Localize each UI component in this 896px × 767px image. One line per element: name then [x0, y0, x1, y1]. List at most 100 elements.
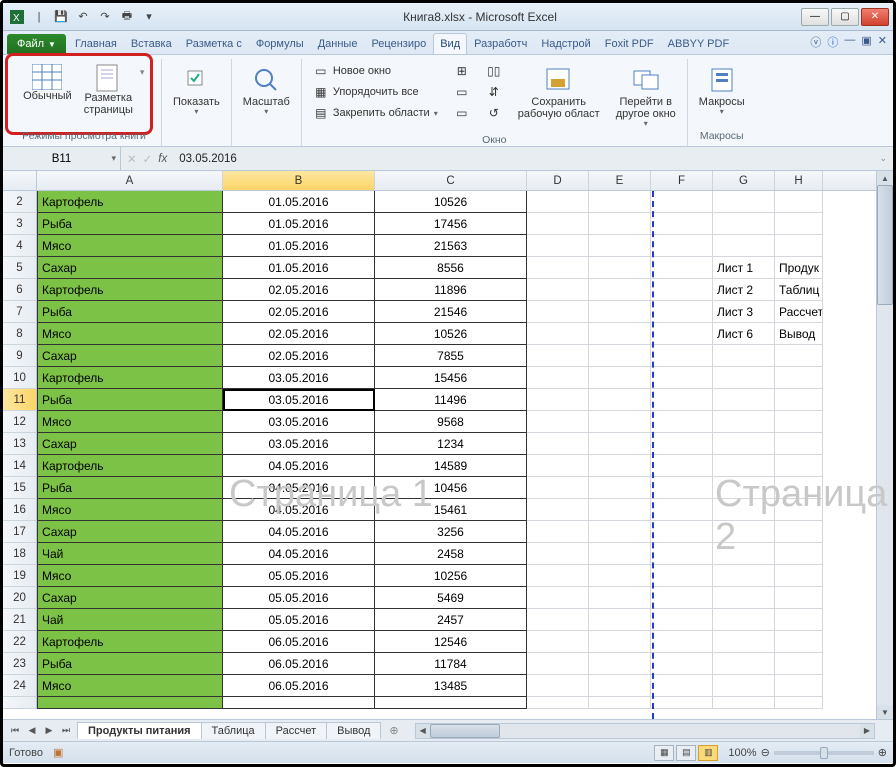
sheet-last-icon[interactable]: ⏭: [58, 725, 74, 736]
cell[interactable]: 04.05.2016: [223, 521, 375, 543]
cell[interactable]: [651, 367, 713, 389]
cell[interactable]: [589, 367, 651, 389]
cell[interactable]: [775, 543, 823, 565]
cells-area[interactable]: Страница 1 Страница 2 2Картофель01.05.20…: [3, 191, 893, 719]
cell[interactable]: [527, 367, 589, 389]
cell[interactable]: Чай: [37, 609, 223, 631]
cell[interactable]: Мясо: [37, 411, 223, 433]
excel-icon[interactable]: X: [7, 7, 27, 27]
cell[interactable]: [713, 345, 775, 367]
cell[interactable]: [527, 499, 589, 521]
cell[interactable]: 10456: [375, 477, 527, 499]
cell[interactable]: Рыба: [37, 389, 223, 411]
cell[interactable]: [713, 477, 775, 499]
cell[interactable]: [589, 675, 651, 697]
cell[interactable]: [775, 697, 823, 709]
horizontal-scrollbar[interactable]: ◀ ▶: [415, 723, 875, 739]
cell[interactable]: 05.05.2016: [223, 609, 375, 631]
cell[interactable]: [527, 301, 589, 323]
cell[interactable]: 02.05.2016: [223, 279, 375, 301]
select-all-cell[interactable]: [3, 171, 37, 190]
cell[interactable]: [775, 653, 823, 675]
cell[interactable]: 04.05.2016: [223, 477, 375, 499]
cell[interactable]: [589, 323, 651, 345]
cell[interactable]: [527, 345, 589, 367]
zoom-level[interactable]: 100%: [728, 747, 756, 759]
cell[interactable]: [775, 213, 823, 235]
cell[interactable]: [589, 301, 651, 323]
cell[interactable]: Продук: [775, 257, 823, 279]
normal-view-button[interactable]: Обычный: [18, 61, 77, 83]
save-workspace-button[interactable]: Сохранить рабочую област: [513, 61, 605, 123]
cell[interactable]: [651, 411, 713, 433]
tab-рецензиро[interactable]: Рецензиро: [364, 33, 433, 54]
cell[interactable]: Рыба: [37, 301, 223, 323]
cell[interactable]: [589, 455, 651, 477]
row-header[interactable]: 19: [3, 565, 37, 587]
cell[interactable]: [589, 433, 651, 455]
zoom-in-icon[interactable]: ⊕: [878, 746, 887, 759]
cell[interactable]: [713, 411, 775, 433]
col-header-D[interactable]: D: [527, 171, 589, 190]
cell[interactable]: 7855: [375, 345, 527, 367]
cell[interactable]: 11896: [375, 279, 527, 301]
cell[interactable]: 10526: [375, 323, 527, 345]
sheet-prev-icon[interactable]: ◀: [24, 725, 40, 736]
view-layout-icon[interactable]: ▤: [676, 745, 696, 761]
new-sheet-icon[interactable]: ⊕: [381, 724, 406, 737]
cell[interactable]: [651, 345, 713, 367]
cell[interactable]: Картофель: [37, 455, 223, 477]
row-header[interactable]: 5: [3, 257, 37, 279]
page-layout-button[interactable]: Разметка страницы: [79, 61, 138, 83]
cell[interactable]: 01.05.2016: [223, 213, 375, 235]
cell[interactable]: [775, 345, 823, 367]
tab-file[interactable]: Файл▼: [7, 34, 66, 54]
cell[interactable]: 04.05.2016: [223, 543, 375, 565]
cell[interactable]: [651, 477, 713, 499]
cell[interactable]: 14589: [375, 455, 527, 477]
save-icon[interactable]: 💾: [51, 7, 71, 27]
cell[interactable]: Сахар: [37, 257, 223, 279]
cell[interactable]: 8556: [375, 257, 527, 279]
cell[interactable]: [651, 455, 713, 477]
cell[interactable]: [713, 675, 775, 697]
cell[interactable]: [651, 191, 713, 213]
col-header-G[interactable]: G: [713, 171, 775, 190]
tab-надстрой[interactable]: Надстрой: [534, 33, 597, 54]
cell[interactable]: [713, 455, 775, 477]
close-button[interactable]: ✕: [861, 8, 889, 26]
cell[interactable]: Картофель: [37, 631, 223, 653]
cell[interactable]: [775, 477, 823, 499]
cell[interactable]: [527, 235, 589, 257]
show-button[interactable]: Показать▾: [168, 61, 225, 120]
vertical-scrollbar[interactable]: ▲ ▼: [876, 171, 893, 719]
cell[interactable]: 05.05.2016: [223, 565, 375, 587]
cell[interactable]: 13485: [375, 675, 527, 697]
cell[interactable]: [527, 433, 589, 455]
cell[interactable]: [527, 609, 589, 631]
col-header-C[interactable]: C: [375, 171, 527, 190]
doc-close-icon[interactable]: ✕: [878, 34, 887, 50]
cell[interactable]: 03.05.2016: [223, 411, 375, 433]
new-window-button[interactable]: ▭Новое окно: [308, 61, 443, 81]
sheet-tab[interactable]: Рассчет: [265, 722, 328, 739]
cell[interactable]: Лист 6: [713, 323, 775, 345]
cell[interactable]: [651, 257, 713, 279]
cell[interactable]: 5469: [375, 587, 527, 609]
cell[interactable]: [589, 191, 651, 213]
redo-icon[interactable]: ↷: [95, 7, 115, 27]
cell[interactable]: [527, 543, 589, 565]
cell[interactable]: [589, 477, 651, 499]
scroll-left-icon[interactable]: ◀: [416, 724, 430, 738]
cell[interactable]: [651, 213, 713, 235]
row-header[interactable]: 6: [3, 279, 37, 301]
cell[interactable]: [713, 367, 775, 389]
cell[interactable]: [589, 213, 651, 235]
cell[interactable]: [223, 697, 375, 709]
macros-button[interactable]: Макросы▾: [694, 61, 750, 120]
undo-icon[interactable]: ↶: [73, 7, 93, 27]
row-header[interactable]: 14: [3, 455, 37, 477]
cell[interactable]: Таблиц: [775, 279, 823, 301]
cell[interactable]: Картофель: [37, 367, 223, 389]
cell[interactable]: Чай: [37, 543, 223, 565]
